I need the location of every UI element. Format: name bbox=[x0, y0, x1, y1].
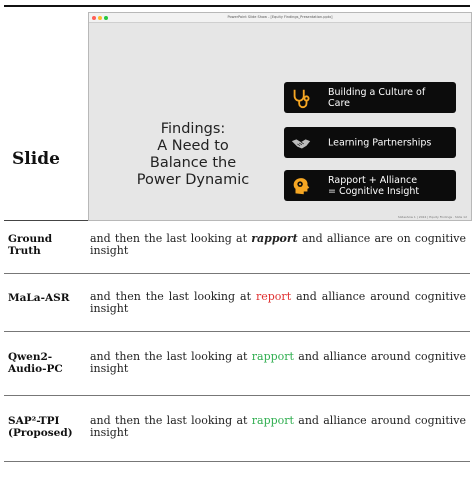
row-label-line: SAP²-TPI bbox=[8, 415, 60, 427]
slide-heading: Findings: A Need to Balance the Power Dy… bbox=[101, 121, 285, 189]
transcript-error-word: report bbox=[256, 290, 292, 303]
transcript-keyword: rapport bbox=[251, 232, 298, 245]
row-label-line: Qwen2- bbox=[8, 351, 53, 363]
card-text: Learning Partnerships bbox=[328, 137, 450, 148]
window-title: PowerPoint Slide Show - [Equity Findings… bbox=[227, 15, 333, 19]
row-label: Qwen2- Audio-PC bbox=[8, 351, 78, 375]
card-text-line: Care bbox=[328, 97, 350, 109]
heading-line: Balance the bbox=[149, 155, 237, 171]
table-row-mala-asr: MaLa-ASR and then the last looking at re… bbox=[4, 273, 470, 332]
transcript-correct-word: rapport bbox=[251, 350, 294, 363]
head-gears-icon bbox=[293, 178, 310, 195]
table-row-ground-truth: Ground Truth and then the last looking a… bbox=[4, 220, 470, 274]
row-label-line: Ground bbox=[8, 233, 53, 245]
card-text-line: Rapport + Alliance bbox=[328, 174, 418, 186]
handshake-icon bbox=[291, 139, 311, 149]
card-culture-of-care: Building a Culture of Care bbox=[284, 82, 456, 113]
row-label: Ground Truth bbox=[8, 233, 78, 257]
transcript-text: and then the last looking at rapport and… bbox=[90, 233, 466, 257]
card-text-line: Learning Partnerships bbox=[328, 137, 432, 148]
row-label: SAP²-TPI (Proposed) bbox=[8, 415, 78, 439]
transcript-text: and then the last looking at report and … bbox=[90, 291, 466, 315]
row-label-line: Truth bbox=[8, 245, 41, 257]
card-text-line: Building a Culture of bbox=[328, 86, 426, 98]
card-text: Rapport + Alliance = Cognitive Insight bbox=[328, 175, 450, 197]
heading-line: A Need to bbox=[157, 138, 229, 154]
card-learning-partnerships: Learning Partnerships bbox=[284, 127, 456, 158]
slide-window: PowerPoint Slide Show - [Equity Findings… bbox=[88, 12, 472, 221]
stethoscope-icon bbox=[293, 89, 310, 109]
card-text-line: = Cognitive Insight bbox=[328, 185, 420, 197]
window-titlebar: PowerPoint Slide Show - [Equity Findings… bbox=[89, 13, 471, 23]
slide-footer-text: Slideshow 1 | 2024 | Equity Findings · S… bbox=[397, 215, 467, 219]
transcript-correct-word: rapport bbox=[251, 414, 294, 427]
row-label: MaLa-ASR bbox=[8, 292, 78, 304]
table-row-qwen2-audio-pc: Qwen2- Audio-PC and then the last lookin… bbox=[4, 331, 470, 396]
row-label-line: (Proposed) bbox=[8, 427, 73, 439]
table-row-sap2-tpi: SAP²-TPI (Proposed) and then the last lo… bbox=[4, 395, 470, 462]
card-rapport-alliance: Rapport + Alliance = Cognitive Insight bbox=[284, 170, 456, 201]
row-label-line: Audio-PC bbox=[8, 363, 63, 375]
transcript-text: and then the last looking at rapport and… bbox=[90, 415, 466, 439]
card-text: Building a Culture of Care bbox=[328, 87, 450, 109]
slide-row-label: Slide bbox=[12, 149, 60, 169]
heading-line: Power Dynamic bbox=[136, 172, 250, 188]
slide-row: Slide PowerPoint Slide Show - [Equity Fi… bbox=[4, 7, 472, 221]
transcript-text: and then the last looking at rapport and… bbox=[90, 351, 466, 375]
row-label-line: MaLa-ASR bbox=[8, 292, 70, 304]
heading-line: Findings: bbox=[160, 121, 226, 137]
